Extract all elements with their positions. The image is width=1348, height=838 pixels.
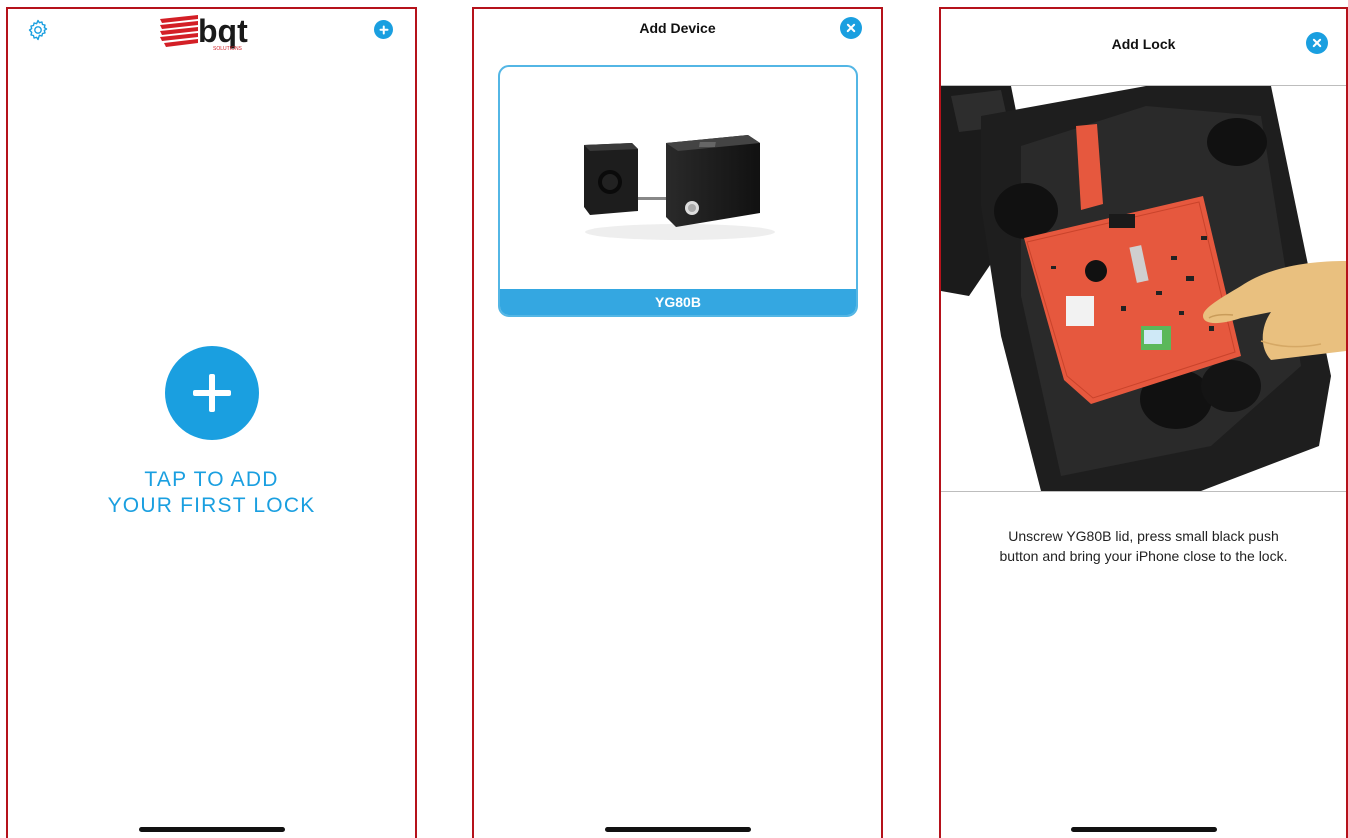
close-icon[interactable] (840, 17, 862, 39)
add-lock-small-button[interactable] (374, 20, 393, 39)
home-indicator[interactable] (604, 827, 751, 832)
image-divider (941, 491, 1346, 492)
add-first-lock-button[interactable] (165, 346, 259, 440)
cta-line-1[interactable]: TAP TO ADD (8, 467, 415, 493)
bqt-logo: bqt SOLUTIONS (160, 13, 248, 52)
device-name-label: YG80B (500, 289, 856, 315)
page-title: Add Device (639, 20, 716, 36)
logo-text: bqt (198, 13, 248, 49)
instruction-text: Unscrew YG80B lid, press small black pus… (941, 526, 1346, 566)
logo-subtext: SOLUTIONS (213, 46, 243, 52)
home-indicator[interactable] (138, 827, 285, 832)
gear-icon[interactable] (26, 18, 50, 42)
cta-line-2[interactable]: YOUR FIRST LOCK (8, 493, 415, 519)
lock-instruction-image (941, 86, 1346, 491)
close-icon[interactable] (1306, 32, 1328, 54)
yg80b-product-image (584, 135, 775, 240)
home-indicator[interactable] (1070, 827, 1217, 832)
add-lock-screen: Add Lock Unscrew YG80B lid, press small … (939, 7, 1348, 838)
home-screen: bqt SOLUTIONS TAP TO ADD YOUR FIRST LOCK (6, 7, 417, 838)
add-device-screen: Add Device YG80B (472, 7, 883, 838)
device-card-yg80b[interactable]: YG80B (498, 65, 858, 317)
instruction-line-2: button and bring your iPhone close to th… (999, 548, 1288, 564)
instruction-line-1: Unscrew YG80B lid, press small black pus… (1008, 528, 1279, 544)
page-title: Add Lock (1111, 36, 1176, 52)
